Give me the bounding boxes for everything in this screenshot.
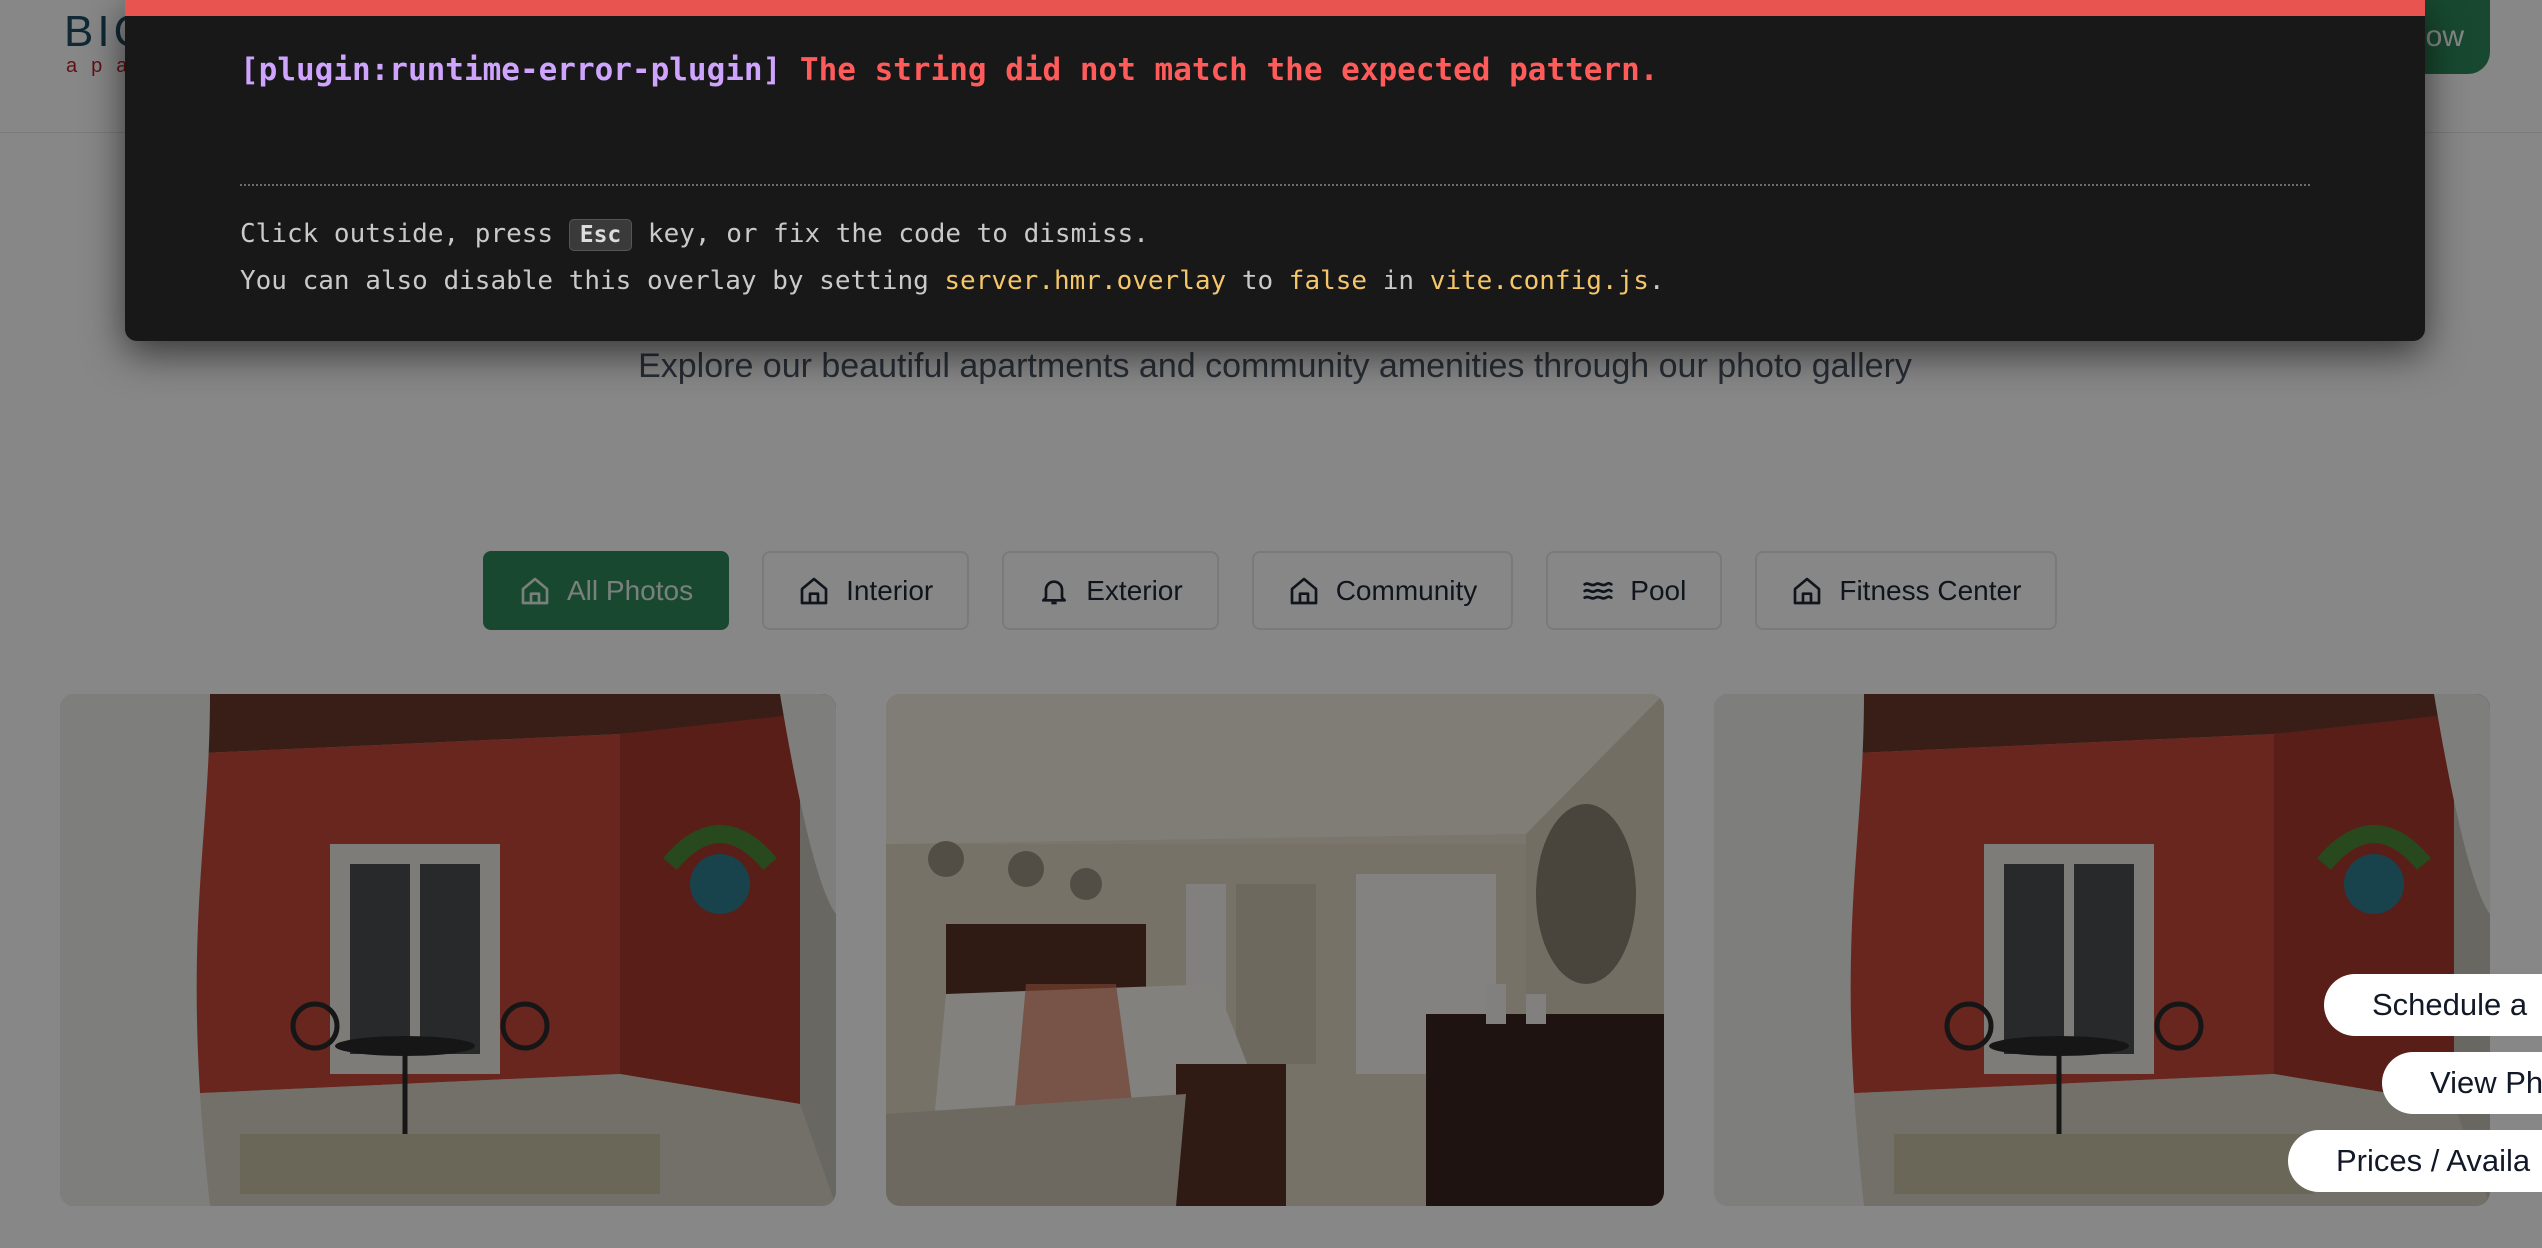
config-file: vite.config.js <box>1429 266 1649 296</box>
tip-text: in <box>1367 266 1430 296</box>
prices-availability-button[interactable]: Prices / Availa <box>2288 1130 2542 1192</box>
error-plugin: [plugin:runtime-error-plugin] <box>240 52 782 88</box>
divider <box>240 184 2310 186</box>
tip-text: to <box>1226 266 1289 296</box>
tip-text: key, or fix the code to dismiss. <box>632 219 1149 249</box>
disable-tip: You can also disable this overlay by set… <box>240 266 1665 296</box>
dismiss-tip: Click outside, press Esc key, or fix the… <box>240 219 1149 251</box>
config-key: server.hmr.overlay <box>944 266 1227 296</box>
error-overlay: [plugin:runtime-error-plugin] The string… <box>125 0 2425 341</box>
error-title: [plugin:runtime-error-plugin] The string… <box>240 52 1658 88</box>
view-photos-button[interactable]: View Ph <box>2382 1052 2542 1114</box>
esc-key: Esc <box>568 219 633 251</box>
schedule-tour-button[interactable]: Schedule a <box>2324 974 2542 1036</box>
tip-text: You can also disable this overlay by set… <box>240 266 945 296</box>
error-message: The string did not match the expected pa… <box>799 52 1659 88</box>
tip-text: . <box>1648 266 1665 296</box>
tip-text: Click outside, press <box>240 219 569 249</box>
config-value: false <box>1288 266 1368 296</box>
